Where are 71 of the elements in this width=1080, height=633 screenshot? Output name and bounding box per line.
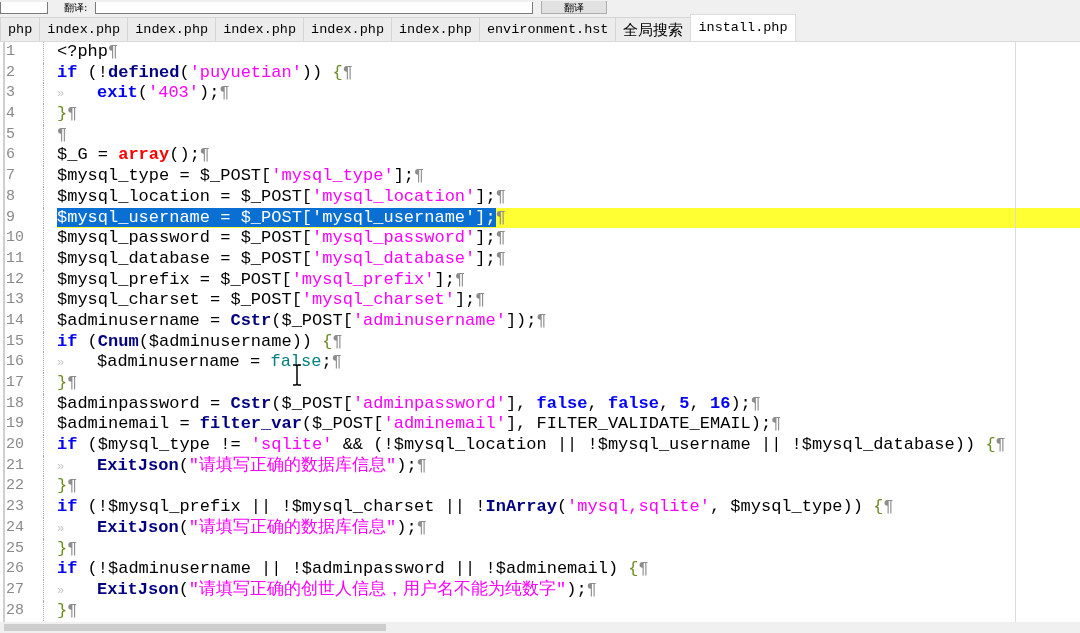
- code-line: ¶: [57, 124, 68, 146]
- line-number: 10: [5, 228, 25, 249]
- file-tab[interactable]: index.php: [39, 17, 129, 41]
- code-line: }¶: [57, 104, 78, 125]
- line-number: 22: [5, 476, 25, 497]
- text-field[interactable]: [0, 2, 48, 14]
- code-line: if (!$mysql_prefix || !$mysql_charset || !InArray('mysql,sqlite', $mysql_type)) {¶: [57, 497, 894, 517]
- line-number: 1: [5, 42, 16, 62]
- code-line: }¶: [57, 600, 78, 622]
- code-line: » exit('403');¶: [57, 83, 230, 105]
- file-tab[interactable]: index.php: [215, 17, 305, 41]
- line-number: 28: [5, 600, 25, 621]
- line-number: 25: [5, 538, 25, 559]
- code-line: $adminusername = Cstr($_POST['adminusername']);¶: [57, 310, 547, 332]
- file-tab[interactable]: index.php: [303, 17, 392, 41]
- line-number: 4: [5, 104, 16, 125]
- code-line: $adminpassword = Cstr($_POST['adminpassword'], false, false, 5, 16);¶: [57, 393, 761, 415]
- code-line: $mysql_type = $_POST['mysql_type'];¶: [57, 166, 425, 187]
- code-line: if ($mysql_type != 'sqlite' && (!$mysql_location || !$mysql_username || !$mysql_database)) {¶: [57, 435, 1006, 455]
- translate-label: 翻译:: [64, 2, 88, 14]
- code-line: » ExitJson("请填写正确的数据库信息");¶: [57, 517, 427, 539]
- file-tab[interactable]: environment.hst: [478, 17, 617, 41]
- line-number: 24: [5, 517, 25, 538]
- file-tab[interactable]: 全局搜索: [615, 17, 692, 41]
- line-number: 21: [5, 455, 25, 476]
- file-tab[interactable]: index.php: [127, 17, 217, 41]
- code-line: if (!$adminusername || !$adminpassword || !$adminemail) {¶: [57, 559, 649, 579]
- code-line: » $adminusername = false;¶: [57, 352, 342, 373]
- text-cursor-icon: [291, 364, 303, 386]
- code-line: }¶: [57, 538, 78, 560]
- scrollbar-thumb[interactable]: [4, 624, 386, 631]
- line-number: 23: [5, 497, 25, 518]
- line-number: 14: [5, 310, 25, 331]
- line-number: 9: [5, 207, 16, 228]
- code-line: $_G = array();¶: [57, 145, 211, 167]
- line-number: 17: [5, 373, 25, 393]
- file-tab[interactable]: index.php: [391, 17, 480, 41]
- input-field[interactable]: [95, 2, 534, 14]
- code-line: $mysql_prefix = $_POST['mysql_prefix'];¶: [57, 269, 466, 291]
- line-number: 8: [5, 186, 16, 207]
- horizontal-scrollbar[interactable]: [0, 622, 1080, 633]
- line-number: 27: [5, 579, 25, 600]
- line-number: 3: [5, 83, 16, 104]
- code-line: $adminemail = filter_var($_POST['adminemail'], FILTER_VALIDATE_EMAIL);¶: [57, 414, 782, 436]
- line-number: 12: [5, 269, 25, 290]
- code-line: $mysql_database = $_POST['mysql_database'];¶: [57, 248, 506, 270]
- line-number: 15: [5, 331, 25, 352]
- code-line: » ExitJson("请填写正确的数据库信息");¶: [57, 455, 427, 477]
- line-number: 11: [5, 248, 25, 269]
- line-number: 18: [5, 393, 25, 414]
- translate-button[interactable]: 翻译: [541, 1, 608, 14]
- line-number: 20: [5, 435, 25, 456]
- code-line: » ExitJson("请填写正确的创世人信息，用户名不能为纯数字");¶: [57, 579, 597, 601]
- code-line: $mysql_password = $_POST['mysql_password'];¶: [57, 228, 506, 249]
- code-line: $mysql_location = $_POST['mysql_location'];¶: [57, 186, 506, 208]
- code-line: $mysql_charset = $_POST['mysql_charset'];¶: [57, 290, 486, 311]
- line-number: 6: [5, 145, 16, 166]
- code-line: <?php¶: [57, 42, 119, 63]
- code-line: }¶: [57, 373, 78, 394]
- line-number: 13: [5, 290, 25, 311]
- code-line: if (!defined('puyuetian')) {¶: [57, 62, 353, 84]
- line-number: 16: [5, 352, 25, 373]
- line-number: 7: [5, 166, 16, 187]
- line-number: 26: [5, 559, 25, 580]
- line-number: 2: [5, 62, 16, 83]
- file-tab[interactable]: install.php: [690, 14, 796, 41]
- line-number: 19: [5, 414, 25, 435]
- code-line: }¶: [57, 476, 78, 498]
- file-tab[interactable]: php: [0, 17, 41, 41]
- code-line: if (Cnum($adminusername)) {¶: [57, 331, 343, 353]
- line-number: 5: [5, 124, 16, 145]
